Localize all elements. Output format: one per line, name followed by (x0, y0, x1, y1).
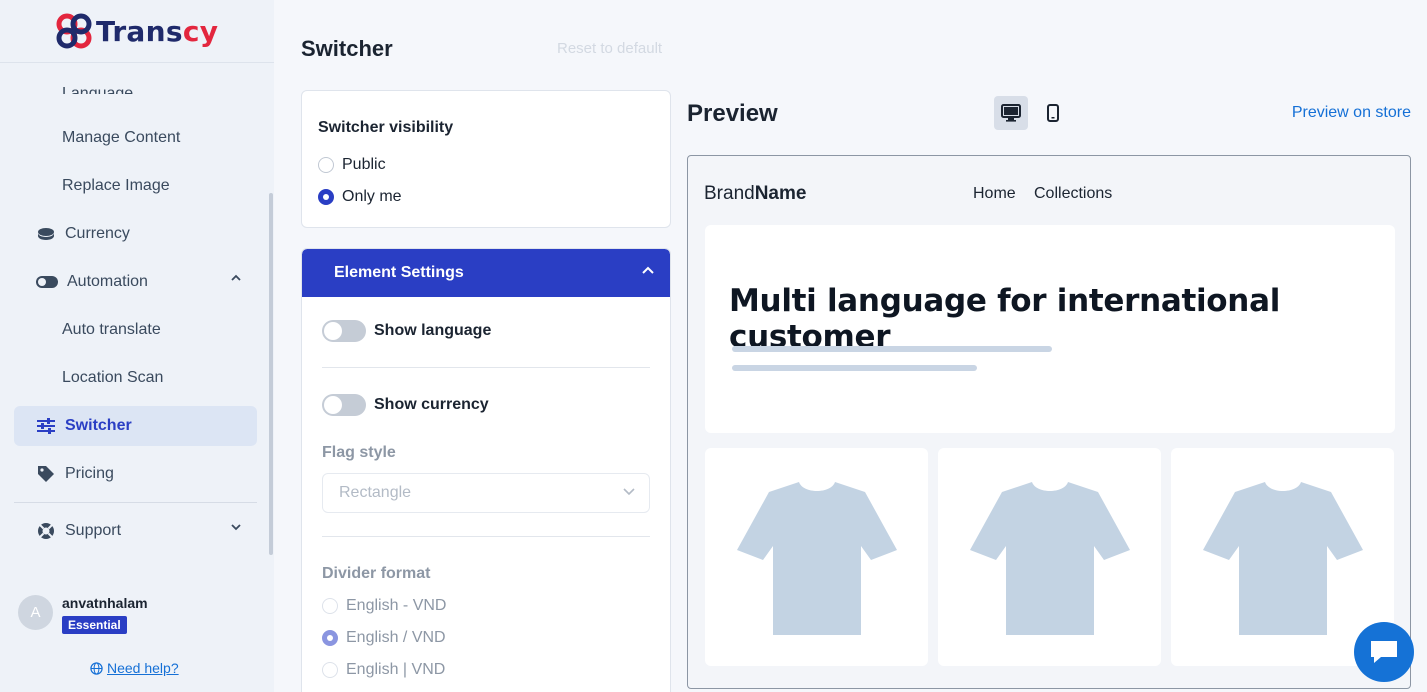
tag-icon (36, 464, 56, 484)
show-language-label: Show language (374, 322, 492, 339)
transcy-logo-icon (56, 13, 92, 49)
flag-style-value: Rectangle (339, 484, 412, 501)
sliders-icon (36, 416, 56, 436)
sidebar: Transcy Language Manage Content Replace … (0, 0, 274, 692)
hero-placeholder-line (732, 346, 1052, 352)
settings-divider (322, 367, 650, 368)
sidebar-item-location-scan[interactable]: Location Scan (14, 358, 257, 398)
preview-frame: BrandName Home Collections Multi languag… (687, 155, 1411, 689)
radio-label: English - VND (346, 597, 447, 614)
need-help-link[interactable]: Need help? (90, 660, 179, 676)
show-currency-label: Show currency (374, 396, 489, 413)
sidebar-item-replace-image[interactable]: Replace Image (14, 166, 257, 206)
sidebar-item-label: Language (62, 85, 134, 94)
radio-only-me[interactable] (318, 189, 334, 205)
visibility-label: Switcher visibility (318, 119, 454, 136)
lifebuoy-icon (36, 521, 56, 541)
show-language-toggle[interactable] (322, 320, 366, 342)
settings-divider (322, 536, 650, 537)
desktop-view-button[interactable] (994, 96, 1028, 130)
radio-divider-pipe[interactable] (322, 662, 338, 678)
sidebar-item-label: Currency (65, 225, 130, 242)
show-currency-row: Show currency (322, 394, 489, 416)
sidebar-item-manage-content[interactable]: Manage Content (14, 118, 257, 158)
sidebar-scrollbar[interactable] (269, 193, 273, 555)
reset-to-default-button[interactable]: Reset to default (557, 40, 662, 57)
preview-brand: BrandName (704, 183, 807, 204)
sidebar-item-automation[interactable]: Automation (14, 262, 257, 302)
element-settings-title: Element Settings (334, 264, 464, 281)
sidebar-item-auto-translate[interactable]: Auto translate (14, 310, 257, 350)
logo-text: Transcy (96, 14, 219, 48)
show-language-row: Show language (322, 320, 491, 342)
sidebar-item-language[interactable]: Language (14, 72, 257, 94)
page-title: Switcher (301, 36, 393, 61)
chevron-up-icon[interactable] (231, 274, 241, 282)
need-help-label: Need help? (107, 660, 179, 676)
logo[interactable]: Transcy (0, 0, 274, 63)
sidebar-item-switcher[interactable]: Switcher (14, 406, 257, 446)
chat-icon (1371, 641, 1397, 663)
sidebar-item-label: Manage Content (62, 129, 181, 146)
sidebar-item-support[interactable]: Support (14, 511, 257, 551)
preview-hero-title: Multi language for international custome… (729, 283, 1281, 355)
main-content: Switcher Reset to default Switcher visib… (274, 0, 1427, 692)
sidebar-item-label: Support (65, 522, 122, 539)
sidebar-item-label: Pricing (65, 465, 114, 482)
flag-style-select[interactable]: Rectangle (322, 473, 650, 513)
globe-icon (90, 661, 103, 675)
tshirt-icon (969, 481, 1130, 635)
sidebar-item-label: Auto translate (62, 321, 161, 338)
mobile-icon (1047, 104, 1059, 122)
flag-style-label: Flag style (322, 444, 396, 461)
visibility-card: Switcher visibility Public Only me (301, 90, 671, 228)
preview-product-card (938, 448, 1161, 666)
show-currency-toggle[interactable] (322, 394, 366, 416)
hero-placeholder-line (732, 365, 977, 371)
coins-icon (36, 224, 56, 244)
sidebar-item-label: Switcher (65, 417, 132, 434)
avatar: A (18, 595, 53, 630)
divider-option-dash[interactable]: English - VND (322, 597, 446, 615)
mobile-view-button[interactable] (1036, 96, 1070, 130)
chevron-up-icon[interactable] (642, 266, 654, 274)
chevron-down-icon[interactable] (231, 523, 241, 531)
preview-nav-collections: Collections (1034, 185, 1113, 202)
sidebar-item-label: Replace Image (62, 177, 170, 194)
preview-nav-home: Home (973, 185, 1016, 202)
radio-label: Only me (342, 188, 402, 205)
preview-hero: Multi language for international custome… (705, 225, 1395, 433)
radio-label: Public (342, 156, 386, 173)
radio-public[interactable] (318, 157, 334, 173)
preview-title: Preview (687, 100, 778, 127)
element-settings-header[interactable]: Element Settings (302, 249, 670, 297)
divider-option-slash[interactable]: English / VND (322, 629, 446, 647)
preview-product-card (705, 448, 928, 666)
user-name: anvatnhalam (62, 595, 148, 611)
sidebar-item-label: Location Scan (62, 369, 164, 386)
sidebar-nav: Language Manage Content Replace Image Cu… (0, 64, 270, 564)
visibility-option-public[interactable]: Public (318, 149, 654, 181)
element-settings-card: Element Settings Show language Show curr… (301, 248, 671, 692)
tshirt-icon (736, 481, 897, 635)
radio-label: English / VND (346, 629, 446, 646)
user-profile[interactable]: A anvatnhalam Essential (18, 595, 148, 634)
divider-option-pipe[interactable]: English | VND (322, 661, 445, 679)
sidebar-item-currency[interactable]: Currency (14, 214, 257, 254)
chat-button[interactable] (1354, 622, 1414, 682)
chevron-down-icon (623, 488, 635, 496)
visibility-option-only-me[interactable]: Only me (318, 181, 654, 213)
radio-divider-dash[interactable] (322, 598, 338, 614)
desktop-icon (1001, 104, 1021, 122)
preview-on-store-link[interactable]: Preview on store (1292, 104, 1411, 122)
plan-badge: Essential (62, 616, 127, 634)
toggle-icon (36, 272, 58, 292)
radio-divider-slash[interactable] (322, 630, 338, 646)
sidebar-item-label: Automation (67, 273, 148, 290)
radio-label: English | VND (346, 661, 446, 678)
sidebar-item-pricing[interactable]: Pricing (14, 454, 257, 494)
sidebar-divider (14, 502, 257, 503)
tshirt-icon (1202, 481, 1363, 635)
divider-format-label: Divider format (322, 565, 431, 582)
